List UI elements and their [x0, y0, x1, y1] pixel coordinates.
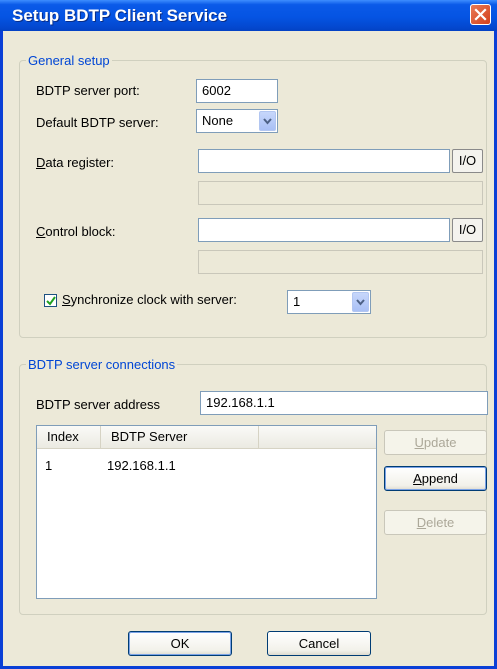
- dialog-window: Setup BDTP Client Service General setup …: [0, 0, 497, 669]
- chevron-down-icon: [356, 299, 365, 306]
- server-port-label: BDTP server port:: [36, 83, 140, 98]
- server-list-header: Index BDTP Server: [37, 426, 376, 449]
- row-server-cell: 192.168.1.1: [107, 458, 176, 473]
- column-header-server[interactable]: BDTP Server: [101, 426, 259, 448]
- server-list[interactable]: Index BDTP Server 1 192.168.1.1: [36, 425, 377, 599]
- data-register-io-button[interactable]: I/O: [452, 149, 483, 173]
- ok-button[interactable]: OK: [128, 631, 232, 656]
- server-address-label: BDTP server address: [36, 397, 161, 412]
- default-server-select[interactable]: None: [196, 109, 278, 133]
- control-block-input[interactable]: [198, 218, 450, 242]
- default-server-label: Default BDTP server:: [36, 115, 159, 130]
- sync-server-value: 1: [293, 294, 301, 309]
- chevron-down-icon: [263, 118, 272, 125]
- sync-clock-checkbox[interactable]: [44, 294, 57, 307]
- general-setup-legend: General setup: [28, 53, 110, 68]
- sync-server-select[interactable]: 1: [287, 290, 371, 314]
- table-row[interactable]: 1 192.168.1.1: [37, 457, 376, 475]
- delete-button[interactable]: Delete: [384, 510, 487, 535]
- checkmark-icon: [46, 296, 56, 306]
- close-icon: [474, 8, 487, 21]
- server-connections-legend: BDTP server connections: [28, 357, 176, 372]
- data-register-label: Data register:: [36, 155, 115, 170]
- control-block-description: [198, 250, 483, 274]
- title-bar[interactable]: Setup BDTP Client Service: [0, 0, 497, 31]
- cancel-button[interactable]: Cancel: [267, 631, 371, 656]
- sync-clock-label: Synchronize clock with server:: [62, 292, 237, 307]
- data-register-input[interactable]: [198, 149, 450, 173]
- sync-server-dropdown-button[interactable]: [352, 292, 369, 312]
- server-address-input[interactable]: 192.168.1.1: [200, 391, 488, 415]
- window-title: Setup BDTP Client Service: [12, 6, 228, 25]
- server-port-input[interactable]: 6002: [196, 79, 278, 103]
- data-register-description: [198, 181, 483, 205]
- column-header-index[interactable]: Index: [37, 426, 101, 448]
- append-button[interactable]: Append: [384, 466, 487, 491]
- close-button[interactable]: [470, 4, 491, 25]
- row-index-cell: 1: [45, 458, 53, 473]
- default-server-value: None: [202, 113, 234, 128]
- control-block-io-button[interactable]: I/O: [452, 218, 483, 242]
- default-server-dropdown-button[interactable]: [259, 111, 276, 131]
- control-block-label: Control block:: [36, 224, 116, 239]
- update-button[interactable]: Update: [384, 430, 487, 455]
